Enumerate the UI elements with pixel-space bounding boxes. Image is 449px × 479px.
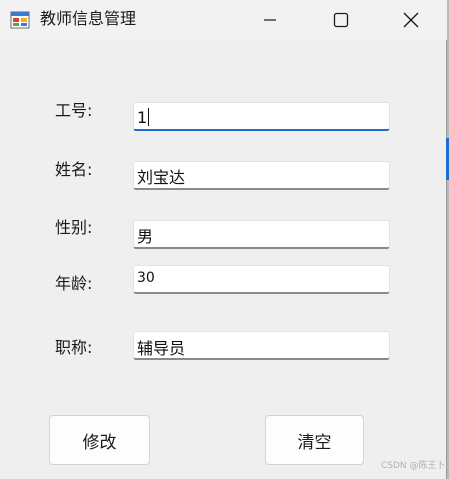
close-button[interactable] [388, 0, 434, 40]
title-label: 职称: [55, 338, 93, 357]
modify-button[interactable]: 修改 [49, 415, 150, 465]
employee-id-input[interactable]: 1 [133, 102, 390, 131]
name-input[interactable]: 刘宝达 [133, 161, 390, 190]
title-bar[interactable]: 教师信息管理 [0, 0, 447, 40]
employee-id-label: 工号: [55, 101, 93, 120]
maximize-button[interactable] [318, 0, 364, 40]
close-icon [403, 12, 419, 28]
age-input[interactable]: 30 [133, 265, 390, 294]
gender-input[interactable]: 男 [133, 220, 390, 249]
windows-form-icon [10, 10, 30, 30]
gender-label: 性别: [55, 218, 93, 237]
title-input[interactable]: 辅导员 [133, 331, 390, 360]
name-value: 刘宝达 [137, 168, 186, 187]
window-title: 教师信息管理 [40, 9, 137, 28]
title-value: 辅导员 [137, 339, 186, 358]
employee-id-value: 1 [137, 107, 148, 127]
clear-button[interactable]: 清空 [265, 415, 364, 465]
text-caret [148, 108, 150, 126]
minimize-button[interactable] [247, 0, 293, 40]
name-label: 姓名: [55, 160, 93, 179]
maximize-icon [333, 12, 349, 28]
minimize-icon [264, 19, 276, 21]
age-label: 年龄: [55, 274, 93, 293]
gender-value: 男 [137, 227, 154, 246]
csdn-watermark: CSDN @陈王卜 [381, 461, 446, 471]
teacher-info-window: 教师信息管理 工号: 1 姓名: 刘宝达 性别: 男 年龄: 30 职称: 辅导… [0, 0, 447, 479]
age-value: 30 [137, 270, 155, 286]
